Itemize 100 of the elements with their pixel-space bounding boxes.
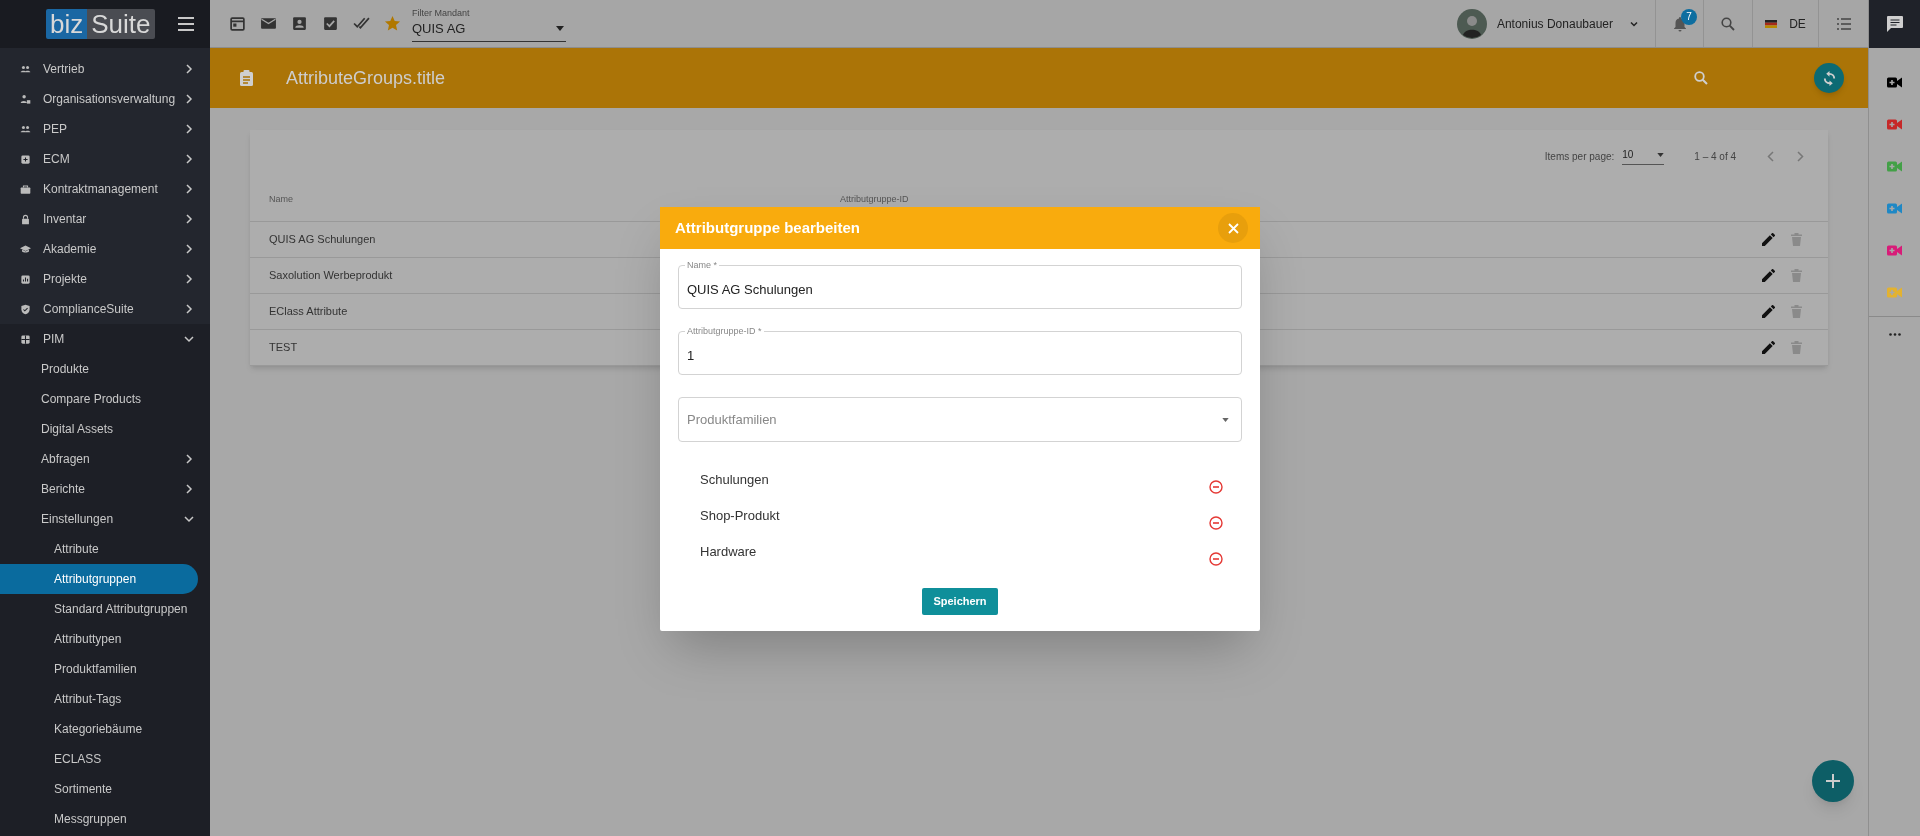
sidebar-item[interactable]: Attributtypen	[0, 624, 210, 654]
sidebar-item[interactable]: Produkte	[0, 354, 210, 384]
edit-button[interactable]	[1760, 339, 1776, 356]
sidebar-item[interactable]: Attribut-Tags	[0, 684, 210, 714]
sidebar-item[interactable]: Standard Attributgruppen	[0, 594, 210, 624]
edit-button[interactable]	[1760, 231, 1776, 248]
flag-icon	[1765, 19, 1778, 28]
sidebar-item[interactable]: Organisationsverwaltung	[0, 84, 210, 114]
sidebar-item[interactable]: Compare Products	[0, 384, 210, 414]
table-cell-text: EClass Attribute	[268, 304, 348, 320]
chevron-left-icon	[1766, 150, 1774, 162]
star-icon	[384, 15, 401, 32]
sidebar-item[interactable]: ECLASS	[0, 744, 210, 774]
filter-dropdown[interactable]: Filter Mandant QUIS AG	[412, 5, 566, 42]
select-field[interactable]: Produktfamilien	[678, 397, 1242, 442]
toolbar-button[interactable]	[290, 14, 309, 33]
toolbar-button[interactable]	[321, 14, 340, 33]
user-menu[interactable]: Antonius Donaubauer	[1456, 0, 1655, 47]
sidebar-item[interactable]: Kontraktmanagement	[0, 174, 210, 204]
sidebar-item[interactable]: Projekte	[0, 264, 210, 294]
trash-icon	[1790, 305, 1802, 318]
box-icon	[20, 153, 31, 165]
list-icon	[1836, 17, 1851, 30]
toolbar-button[interactable]	[228, 14, 247, 33]
sidebar-item[interactable]: Messgruppen	[0, 804, 210, 834]
refresh-button[interactable]	[1814, 63, 1844, 93]
clipboard-icon	[240, 70, 253, 86]
page-title: AttributeGroups.title	[286, 66, 446, 90]
sidebar-item[interactable]: Attribute	[0, 534, 210, 564]
grid-icon	[20, 333, 31, 345]
checkbox-icon	[322, 15, 339, 32]
sidebar-item[interactable]: Sortimente	[0, 774, 210, 804]
avatar-icon	[1456, 8, 1487, 39]
pencil-icon	[1761, 341, 1775, 354]
caret-icon	[556, 26, 564, 32]
dialog-title: Attributgruppe bearbeiten	[675, 217, 860, 238]
people-icon	[20, 63, 31, 75]
sidebar-item[interactable]: ECM	[0, 144, 210, 174]
search-button[interactable]	[1692, 69, 1710, 87]
shield-icon	[20, 303, 31, 315]
minus-circle-icon	[1209, 552, 1223, 566]
notifications-button[interactable]: 7	[1655, 0, 1703, 47]
calendar-icon	[229, 15, 246, 32]
trash-icon	[1790, 269, 1802, 282]
menu-button[interactable]	[178, 17, 194, 31]
graduation-cap-icon	[20, 243, 31, 255]
table-cell-text: TEST	[268, 340, 298, 356]
briefcase-icon	[20, 183, 31, 195]
sidebar-item[interactable]: Akademie	[0, 234, 210, 264]
refresh-icon	[1821, 70, 1837, 86]
chat-icon	[1885, 15, 1904, 33]
list-item: Shop-Produkt	[700, 507, 780, 525]
minus-circle-icon	[1209, 516, 1223, 530]
sidebar-item[interactable]: Einstellungen	[0, 504, 210, 534]
chat-button[interactable]	[1869, 0, 1920, 48]
table-cell-text: Saxolution Werbeprodukt	[268, 268, 393, 284]
sidebar-item[interactable]: Digital Assets	[0, 414, 210, 444]
sidebar-item[interactable]: ComplianceSuite	[0, 294, 210, 324]
remove-button[interactable]	[1208, 479, 1224, 495]
more-icon	[1888, 332, 1901, 336]
lock-icon	[20, 213, 31, 225]
language-button[interactable]: DE	[1752, 0, 1818, 47]
people-icon	[20, 123, 31, 135]
sidebar-item[interactable]: Abfragen	[0, 444, 210, 474]
search-icon	[1694, 71, 1708, 85]
remove-button[interactable]	[1208, 515, 1224, 531]
page-range: 1 – 4 of 4	[1694, 149, 1736, 164]
pencil-icon	[1761, 233, 1775, 246]
caret-icon	[1657, 152, 1665, 157]
close-icon	[1227, 222, 1239, 234]
contact-card-icon	[291, 15, 308, 32]
sidebar-item[interactable]: Vertrieb	[0, 54, 210, 84]
chart-icon	[20, 273, 31, 285]
edit-button[interactable]	[1760, 303, 1776, 320]
search-icon	[1721, 16, 1735, 31]
trash-icon	[1790, 341, 1802, 354]
sidebar-item[interactable]: PEP	[0, 114, 210, 144]
column-header: Name	[268, 193, 294, 206]
remove-button[interactable]	[1208, 551, 1224, 567]
column-header: Attributgruppe-ID	[840, 193, 909, 206]
pencil-icon	[1761, 305, 1775, 318]
pencil-icon	[1761, 269, 1775, 282]
notification-badge: 7	[1681, 9, 1697, 25]
caret-icon	[1222, 417, 1229, 422]
close-button[interactable]	[1218, 213, 1248, 243]
sidebar-item[interactable]: Berichte	[0, 474, 210, 504]
sidebar-item[interactable]: Inventar	[0, 204, 210, 234]
add-button[interactable]	[1812, 760, 1854, 802]
sidebar-item[interactable]: PIM	[0, 324, 210, 354]
logo-text: Suite	[87, 9, 155, 39]
items-per-page-dropdown[interactable]: 10	[1622, 147, 1665, 165]
minus-circle-icon	[1209, 480, 1223, 494]
save-button[interactable]: Speichern	[922, 588, 998, 615]
items-per-page-label: Items per page:	[1544, 149, 1615, 164]
sidebar-item[interactable]: Attributgruppen	[0, 564, 198, 594]
table-cell-text: QUIS AG Schulungen	[268, 232, 376, 248]
edit-button[interactable]	[1760, 267, 1776, 284]
sidebar-item[interactable]: Produktfamilien	[0, 654, 210, 684]
sidebar-item[interactable]: Kategoriebäume	[0, 714, 210, 744]
list-item: Schulungen	[700, 471, 769, 489]
